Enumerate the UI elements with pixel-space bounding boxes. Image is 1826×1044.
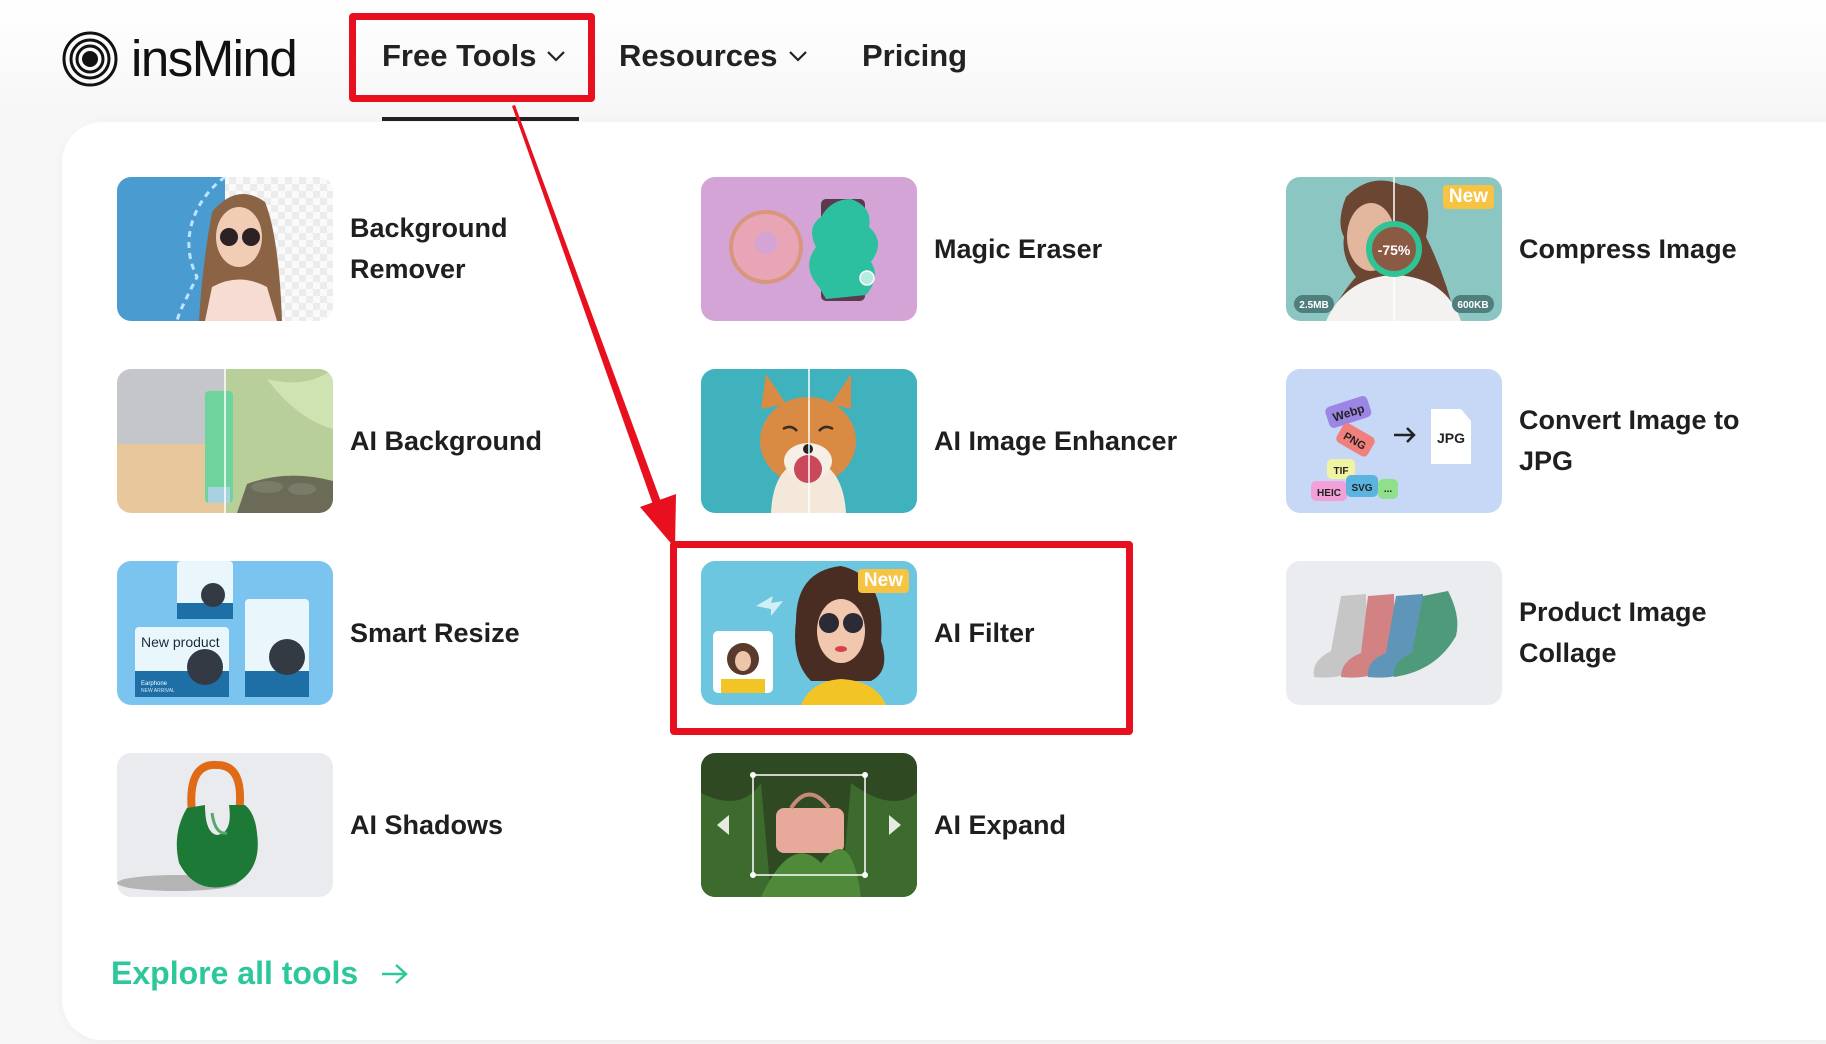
resize-subtitle: Earphone	[141, 681, 168, 687]
ai-background-thumbnail	[117, 369, 333, 513]
product-collage-thumbnail	[1286, 561, 1502, 705]
tool-magic-eraser[interactable]: Magic Eraser	[701, 177, 1102, 321]
background-remover-thumbnail	[117, 177, 333, 321]
tool-ai-image-enhancer[interactable]: AI Image Enhancer	[701, 369, 1177, 513]
nav-resources[interactable]: Resources	[619, 36, 808, 76]
tool-background-remover[interactable]: Background Remover	[117, 177, 610, 321]
tool-smart-resize[interactable]: New product Earphone NEW ARRIVAL Smart R…	[117, 561, 520, 705]
active-nav-underline	[382, 117, 579, 121]
tool-label: AI Background	[350, 425, 543, 456]
tool-label: AI Expand	[934, 809, 1067, 840]
tool-compress-image[interactable]: -75% 2.5MB 600KB New Compress Image	[1286, 177, 1737, 321]
compress-image-thumbnail: -75% 2.5MB 600KB New	[1286, 177, 1502, 321]
tool-ai-background[interactable]: AI Background	[117, 369, 542, 513]
top-header: insMind Free Tools Resources Pricing	[0, 0, 1826, 122]
tool-label: Background Remover	[350, 213, 508, 284]
format-jpg: JPG	[1437, 430, 1465, 446]
nav-pricing-label: Pricing	[862, 38, 968, 73]
tool-label: Magic Eraser	[934, 233, 1103, 264]
compress-after-size: 600KB	[1457, 300, 1488, 311]
arrow-right-icon	[382, 963, 408, 984]
tool-ai-expand[interactable]: AI Expand	[701, 753, 1066, 897]
tool-label: AI Image Enhancer	[934, 425, 1178, 456]
ai-filter-highlight-box	[670, 541, 1133, 735]
compress-before-size: 2.5MB	[1299, 300, 1328, 311]
smart-resize-thumbnail: New product Earphone NEW ARRIVAL	[117, 561, 333, 705]
ai-shadows-thumbnail	[117, 753, 333, 897]
new-badge: New	[1442, 185, 1494, 209]
convert-to-jpg-thumbnail: Webp PNG TIF HEIC SVG ... JPG	[1286, 369, 1502, 513]
nav-resources-label: Resources	[619, 38, 778, 73]
logo-icon	[62, 31, 118, 87]
tool-label: AI Shadows	[350, 809, 504, 840]
logo[interactable]: insMind	[62, 30, 298, 87]
format-tif: TIF	[1334, 466, 1349, 477]
explore-all-tools-label: Explore all tools	[111, 955, 359, 991]
chevron-down-icon	[788, 51, 807, 62]
ai-image-enhancer-thumbnail	[701, 369, 917, 513]
free-tools-highlight-box	[349, 13, 595, 102]
tool-convert-image-to-jpg[interactable]: Webp PNG TIF HEIC SVG ... JPG Convert Im…	[1286, 369, 1779, 513]
tool-ai-shadows[interactable]: AI Shadows	[117, 753, 503, 897]
format-svg: SVG	[1351, 483, 1372, 494]
tool-label: Product Image Collage	[1519, 597, 1707, 668]
logo-text: insMind	[131, 30, 298, 87]
magic-eraser-thumbnail	[701, 177, 917, 321]
resize-subtitle-2: NEW ARRIVAL	[141, 688, 175, 694]
format-more: ...	[1384, 484, 1393, 495]
tool-label: Compress Image	[1519, 233, 1737, 264]
format-heic: HEIC	[1317, 488, 1341, 499]
compress-percent: -75%	[1378, 242, 1411, 258]
tool-label: Convert Image to JPG	[1519, 405, 1740, 476]
ai-expand-thumbnail	[701, 753, 917, 897]
tool-product-image-collage[interactable]: Product Image Collage	[1286, 561, 1779, 705]
tool-label: Smart Resize	[350, 617, 520, 648]
nav-pricing[interactable]: Pricing	[862, 36, 967, 76]
resize-headline: New product	[141, 634, 220, 650]
explore-all-tools-link[interactable]: Explore all tools	[111, 955, 408, 992]
